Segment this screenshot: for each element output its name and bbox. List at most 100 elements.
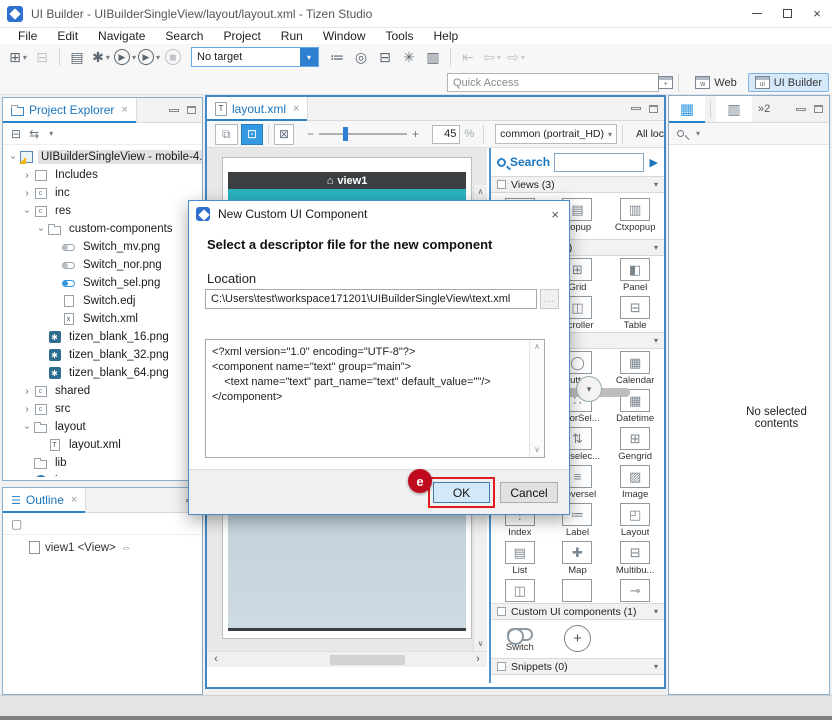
scrollbar-thumb[interactable] (330, 655, 405, 665)
tree-item[interactable]: ›UIBuilderSingleView - mobile-4.0 (3, 148, 202, 166)
target-combo[interactable]: No target▾ (191, 47, 319, 67)
chevron-down-icon[interactable]: ▾ (654, 180, 658, 189)
tree-item[interactable]: ›cinc (3, 184, 202, 202)
debug-button[interactable]: ✱▾ (90, 46, 112, 68)
stop-button[interactable]: ◼ (162, 46, 184, 68)
design-view-button[interactable]: ⊡ (241, 124, 264, 145)
canvas-horizontal-scrollbar[interactable]: ‹ › (207, 651, 487, 667)
perspective-ui-builder-button[interactable]: ui UI Builder (748, 73, 829, 92)
palette-item-calendar[interactable]: ▦Calendar (606, 349, 664, 387)
back-button[interactable]: ⇦▾ (481, 46, 503, 68)
chevron-collapsed-icon[interactable]: › (21, 386, 33, 397)
tree-item[interactable]: ›csrc (3, 400, 202, 418)
palette-item-ctxpopup[interactable]: ▥Ctxpopup (606, 193, 664, 239)
tab-properties[interactable]: ▦ (669, 96, 705, 122)
palette-item-layout[interactable]: ◰Layout (606, 501, 664, 539)
palette-section-custom[interactable]: Custom UI components (1)▾ (491, 603, 664, 620)
view1-titlebar[interactable]: ⌂ view1 (228, 172, 466, 189)
palette-item-hidden[interactable]: ◫ (491, 577, 549, 603)
zoom-slider[interactable]: − + (302, 127, 424, 141)
forward-button[interactable]: ⇨▾ (505, 46, 527, 68)
tab-problems[interactable]: ▥ (716, 96, 752, 122)
palette-section-snippets[interactable]: Snippets (0)▾ (491, 658, 664, 675)
zoom-value-input[interactable]: 45 (432, 125, 460, 144)
tab-project-explorer[interactable]: Project Explorer × (3, 98, 137, 122)
chevron-down-icon[interactable]: ▾ (300, 48, 318, 66)
tree-item[interactable]: ›layout (3, 418, 202, 436)
source-view-button[interactable]: ⧉ (215, 124, 238, 145)
chevron-collapsed-icon[interactable]: › (21, 188, 33, 199)
collapse-all-icon[interactable]: ⊟ (11, 127, 21, 141)
certificate-manager-button[interactable]: ✳ (398, 46, 420, 68)
tree-item[interactable]: Switch_nor.png (3, 256, 202, 274)
tree-item[interactable]: lib (3, 454, 202, 472)
chevron-down-icon[interactable]: ▾ (654, 243, 658, 252)
menu-run[interactable]: Run (271, 29, 313, 43)
scroll-up-icon[interactable]: ∧ (474, 185, 487, 199)
pin-icon[interactable] (677, 130, 684, 137)
location-input[interactable]: C:\Users\test\workspace171201\UIBuilderS… (205, 289, 537, 309)
chevron-expanded-icon[interactable]: › (36, 223, 47, 235)
tree-item[interactable]: ›custom-components (3, 220, 202, 238)
tree-item[interactable]: ›cres (3, 202, 202, 220)
chevron-down-icon[interactable]: ▾ (654, 607, 658, 616)
chevron-down-icon[interactable]: ▾ (696, 129, 700, 138)
chevron-down-icon[interactable]: ▾ (497, 53, 501, 62)
tree-item[interactable]: Switch_sel.png (3, 274, 202, 292)
dialog-close-button[interactable]: × (541, 207, 569, 222)
scroll-left-icon[interactable]: ‹ (209, 652, 223, 667)
palette-item-switch[interactable]: Switch (491, 620, 549, 658)
search-go-icon[interactable]: ▶ (648, 156, 660, 169)
tree-item[interactable]: Switch.edj (3, 292, 202, 310)
chevron-expanded-icon[interactable]: › (22, 205, 33, 217)
perspective-web-button[interactable]: w Web (688, 73, 743, 92)
textarea-scrollbar[interactable]: ∧ ∨ (529, 340, 544, 457)
palette-item-map[interactable]: ✚Map (549, 539, 607, 577)
zoom-in-icon[interactable]: + (407, 127, 424, 141)
browse-button[interactable]: ... (540, 289, 559, 309)
palette-item-hidden[interactable]: + (549, 620, 607, 658)
link-with-editor-icon[interactable]: ⇆ (29, 127, 39, 141)
open-perspective-icon[interactable]: + (658, 76, 673, 89)
scroll-down-icon[interactable]: ∨ (530, 443, 544, 457)
descriptor-xml-textarea[interactable]: <?xml version="1.0" encoding="UTF-8"?><c… (205, 339, 545, 458)
quick-access-input[interactable]: Quick Access (447, 73, 659, 92)
maximize-panel-icon[interactable] (187, 106, 196, 114)
chevron-down-icon[interactable]: ▾ (654, 662, 658, 671)
palette-item-list[interactable]: ▤List (491, 539, 549, 577)
scroll-down-icon[interactable]: ∨ (474, 637, 487, 651)
scroll-right-icon[interactable]: › (471, 652, 485, 667)
close-icon[interactable]: × (71, 494, 77, 506)
package-manager-button[interactable]: ⊟ (374, 46, 396, 68)
palette-item-image[interactable]: ▨Image (606, 463, 664, 501)
palette-item-hidden[interactable] (549, 577, 607, 603)
run-button[interactable]: ▶▾ (114, 46, 136, 68)
chevron-collapsed-icon[interactable]: › (21, 404, 33, 415)
save-all-button[interactable]: ⊟ (31, 46, 53, 68)
close-icon[interactable]: × (293, 103, 299, 115)
window-minimize-button[interactable] (742, 0, 772, 28)
chevron-expanded-icon[interactable]: › (8, 151, 19, 163)
api-checker-button[interactable]: ▥ (422, 46, 444, 68)
palette-item-table[interactable]: ⊟Table (606, 294, 664, 332)
scroll-up-icon[interactable]: ∧ (530, 340, 544, 354)
tree-item[interactable]: xSwitch.xml (3, 310, 202, 328)
cancel-button[interactable]: Cancel (500, 482, 558, 503)
menu-file[interactable]: File (8, 29, 47, 43)
fit-to-screen-button[interactable]: ⊠ (274, 124, 294, 145)
tree-item[interactable]: ›cshared (3, 382, 202, 400)
close-icon[interactable]: × (121, 104, 127, 116)
back-to-last-edit-button[interactable]: ⇤ (457, 46, 479, 68)
minimize-panel-icon[interactable] (796, 108, 806, 111)
chevron-down-icon[interactable]: ▾ (654, 336, 658, 345)
minimize-panel-icon[interactable] (169, 109, 179, 112)
binary-editor-button[interactable]: ▤ (66, 46, 88, 68)
menu-project[interactable]: Project (213, 29, 270, 43)
menu-tools[interactable]: Tools (376, 29, 424, 43)
tree-item[interactable]: ✱icon.png (3, 472, 202, 477)
menu-help[interactable]: Help (424, 29, 469, 43)
zoom-out-icon[interactable]: − (302, 127, 319, 141)
maximize-panel-icon[interactable] (649, 105, 658, 113)
chevron-down-icon[interactable]: ▾ (521, 53, 525, 62)
more-tabs-button[interactable]: »2 (752, 96, 776, 122)
